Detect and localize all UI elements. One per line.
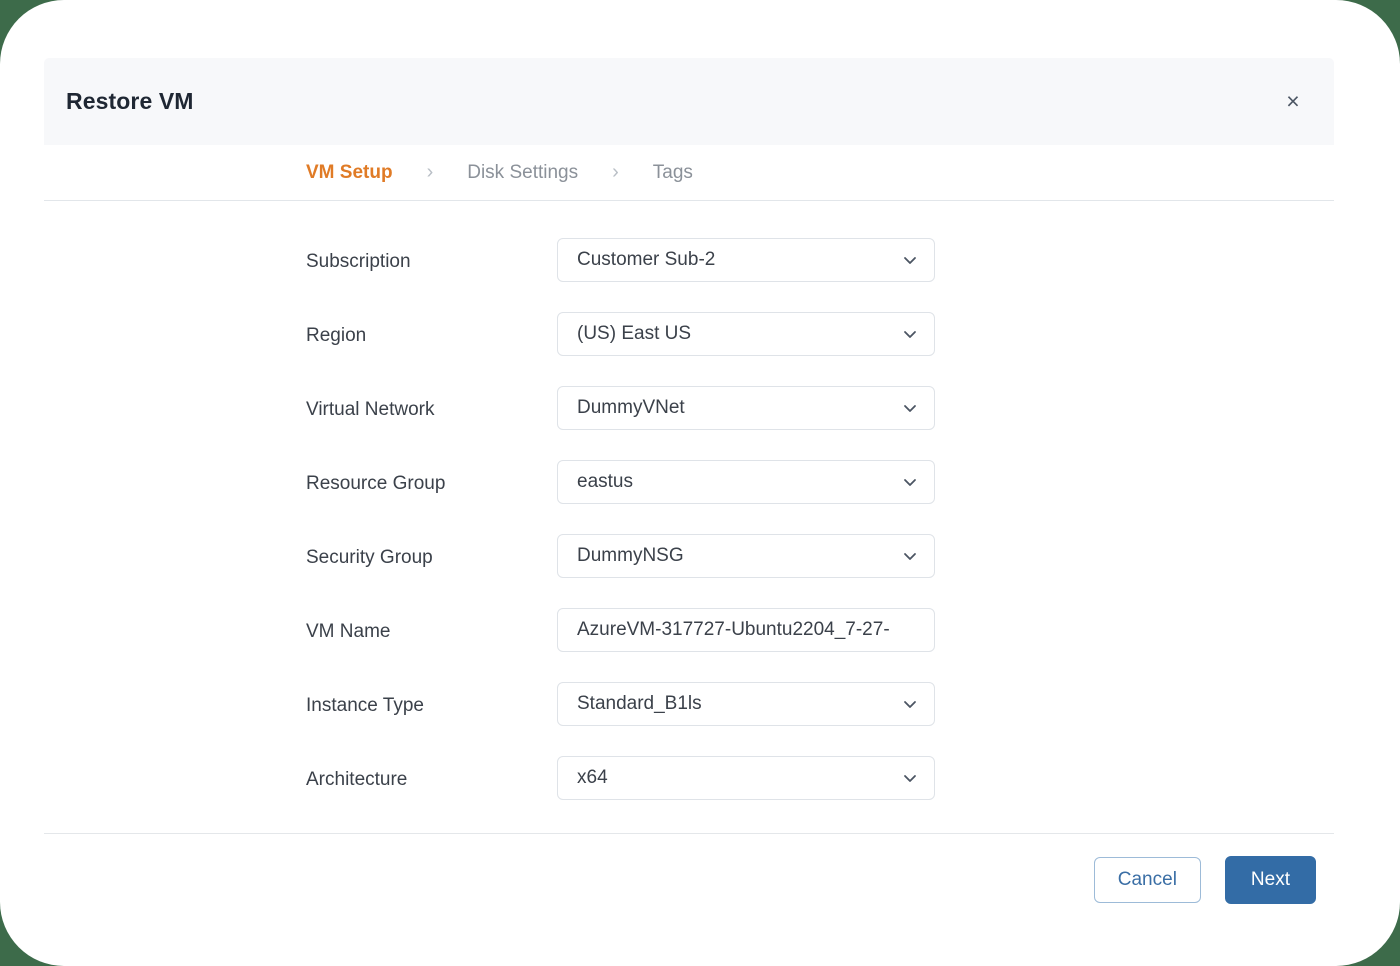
cancel-button[interactable]: Cancel	[1094, 857, 1201, 903]
form-row-resource-group: Resource Group eastus	[44, 445, 1334, 519]
label-security-group: Security Group	[306, 544, 557, 569]
chevron-down-icon	[902, 252, 918, 268]
chevron-down-icon	[902, 474, 918, 490]
form-row-virtual-network: Virtual Network DummyVNet	[44, 371, 1334, 445]
security-group-value: DummyNSG	[577, 545, 684, 567]
label-subscription: Subscription	[306, 248, 557, 273]
label-resource-group: Resource Group	[306, 470, 557, 495]
instance-type-select[interactable]: Standard_B1ls	[557, 682, 935, 726]
instance-type-value: Standard_B1ls	[577, 693, 702, 715]
region-select[interactable]: (US) East US	[557, 312, 935, 356]
architecture-value: x64	[577, 767, 608, 789]
virtual-network-value: DummyVNet	[577, 397, 685, 419]
label-vm-name: VM Name	[306, 618, 557, 643]
form-row-vm-name: VM Name AzureVM-317727-Ubuntu2204_7-27-	[44, 593, 1334, 667]
label-instance-type: Instance Type	[306, 692, 557, 717]
resource-group-value: eastus	[577, 471, 633, 493]
close-icon[interactable]: ×	[1276, 85, 1310, 119]
dialog-footer: Cancel Next	[44, 833, 1334, 926]
vm-setup-form: Subscription Customer Sub-2 Region (US) …	[44, 201, 1334, 833]
step-tags[interactable]: Tags	[653, 162, 693, 184]
restore-vm-dialog: Restore VM × VM Setup › Disk Settings › …	[44, 58, 1334, 926]
chevron-down-icon	[902, 770, 918, 786]
form-row-architecture: Architecture x64	[44, 741, 1334, 815]
page-title: Restore VM	[66, 88, 1276, 115]
page-surface: Restore VM × VM Setup › Disk Settings › …	[0, 0, 1400, 966]
architecture-select[interactable]: x64	[557, 756, 935, 800]
label-architecture: Architecture	[306, 766, 557, 791]
dialog-header: Restore VM ×	[44, 58, 1334, 145]
chevron-right-icon: ›	[427, 161, 434, 184]
resource-group-select[interactable]: eastus	[557, 460, 935, 504]
next-button[interactable]: Next	[1225, 856, 1316, 904]
security-group-select[interactable]: DummyNSG	[557, 534, 935, 578]
form-row-instance-type: Instance Type Standard_B1ls	[44, 667, 1334, 741]
step-wizard-nav: VM Setup › Disk Settings › Tags	[44, 145, 1334, 201]
subscription-value: Customer Sub-2	[577, 249, 715, 271]
label-region: Region	[306, 322, 557, 347]
subscription-select[interactable]: Customer Sub-2	[557, 238, 935, 282]
virtual-network-select[interactable]: DummyVNet	[557, 386, 935, 430]
vm-name-value: AzureVM-317727-Ubuntu2204_7-27-	[577, 619, 890, 641]
label-virtual-network: Virtual Network	[306, 396, 557, 421]
chevron-down-icon	[902, 696, 918, 712]
vm-name-input[interactable]: AzureVM-317727-Ubuntu2204_7-27-	[557, 608, 935, 652]
chevron-down-icon	[902, 326, 918, 342]
chevron-down-icon	[902, 400, 918, 416]
form-row-region: Region (US) East US	[44, 297, 1334, 371]
form-row-security-group: Security Group DummyNSG	[44, 519, 1334, 593]
step-vm-setup[interactable]: VM Setup	[306, 162, 393, 184]
chevron-down-icon	[902, 548, 918, 564]
chevron-right-icon: ›	[612, 161, 619, 184]
step-disk-settings[interactable]: Disk Settings	[467, 162, 578, 184]
form-row-subscription: Subscription Customer Sub-2	[44, 223, 1334, 297]
region-value: (US) East US	[577, 323, 691, 345]
